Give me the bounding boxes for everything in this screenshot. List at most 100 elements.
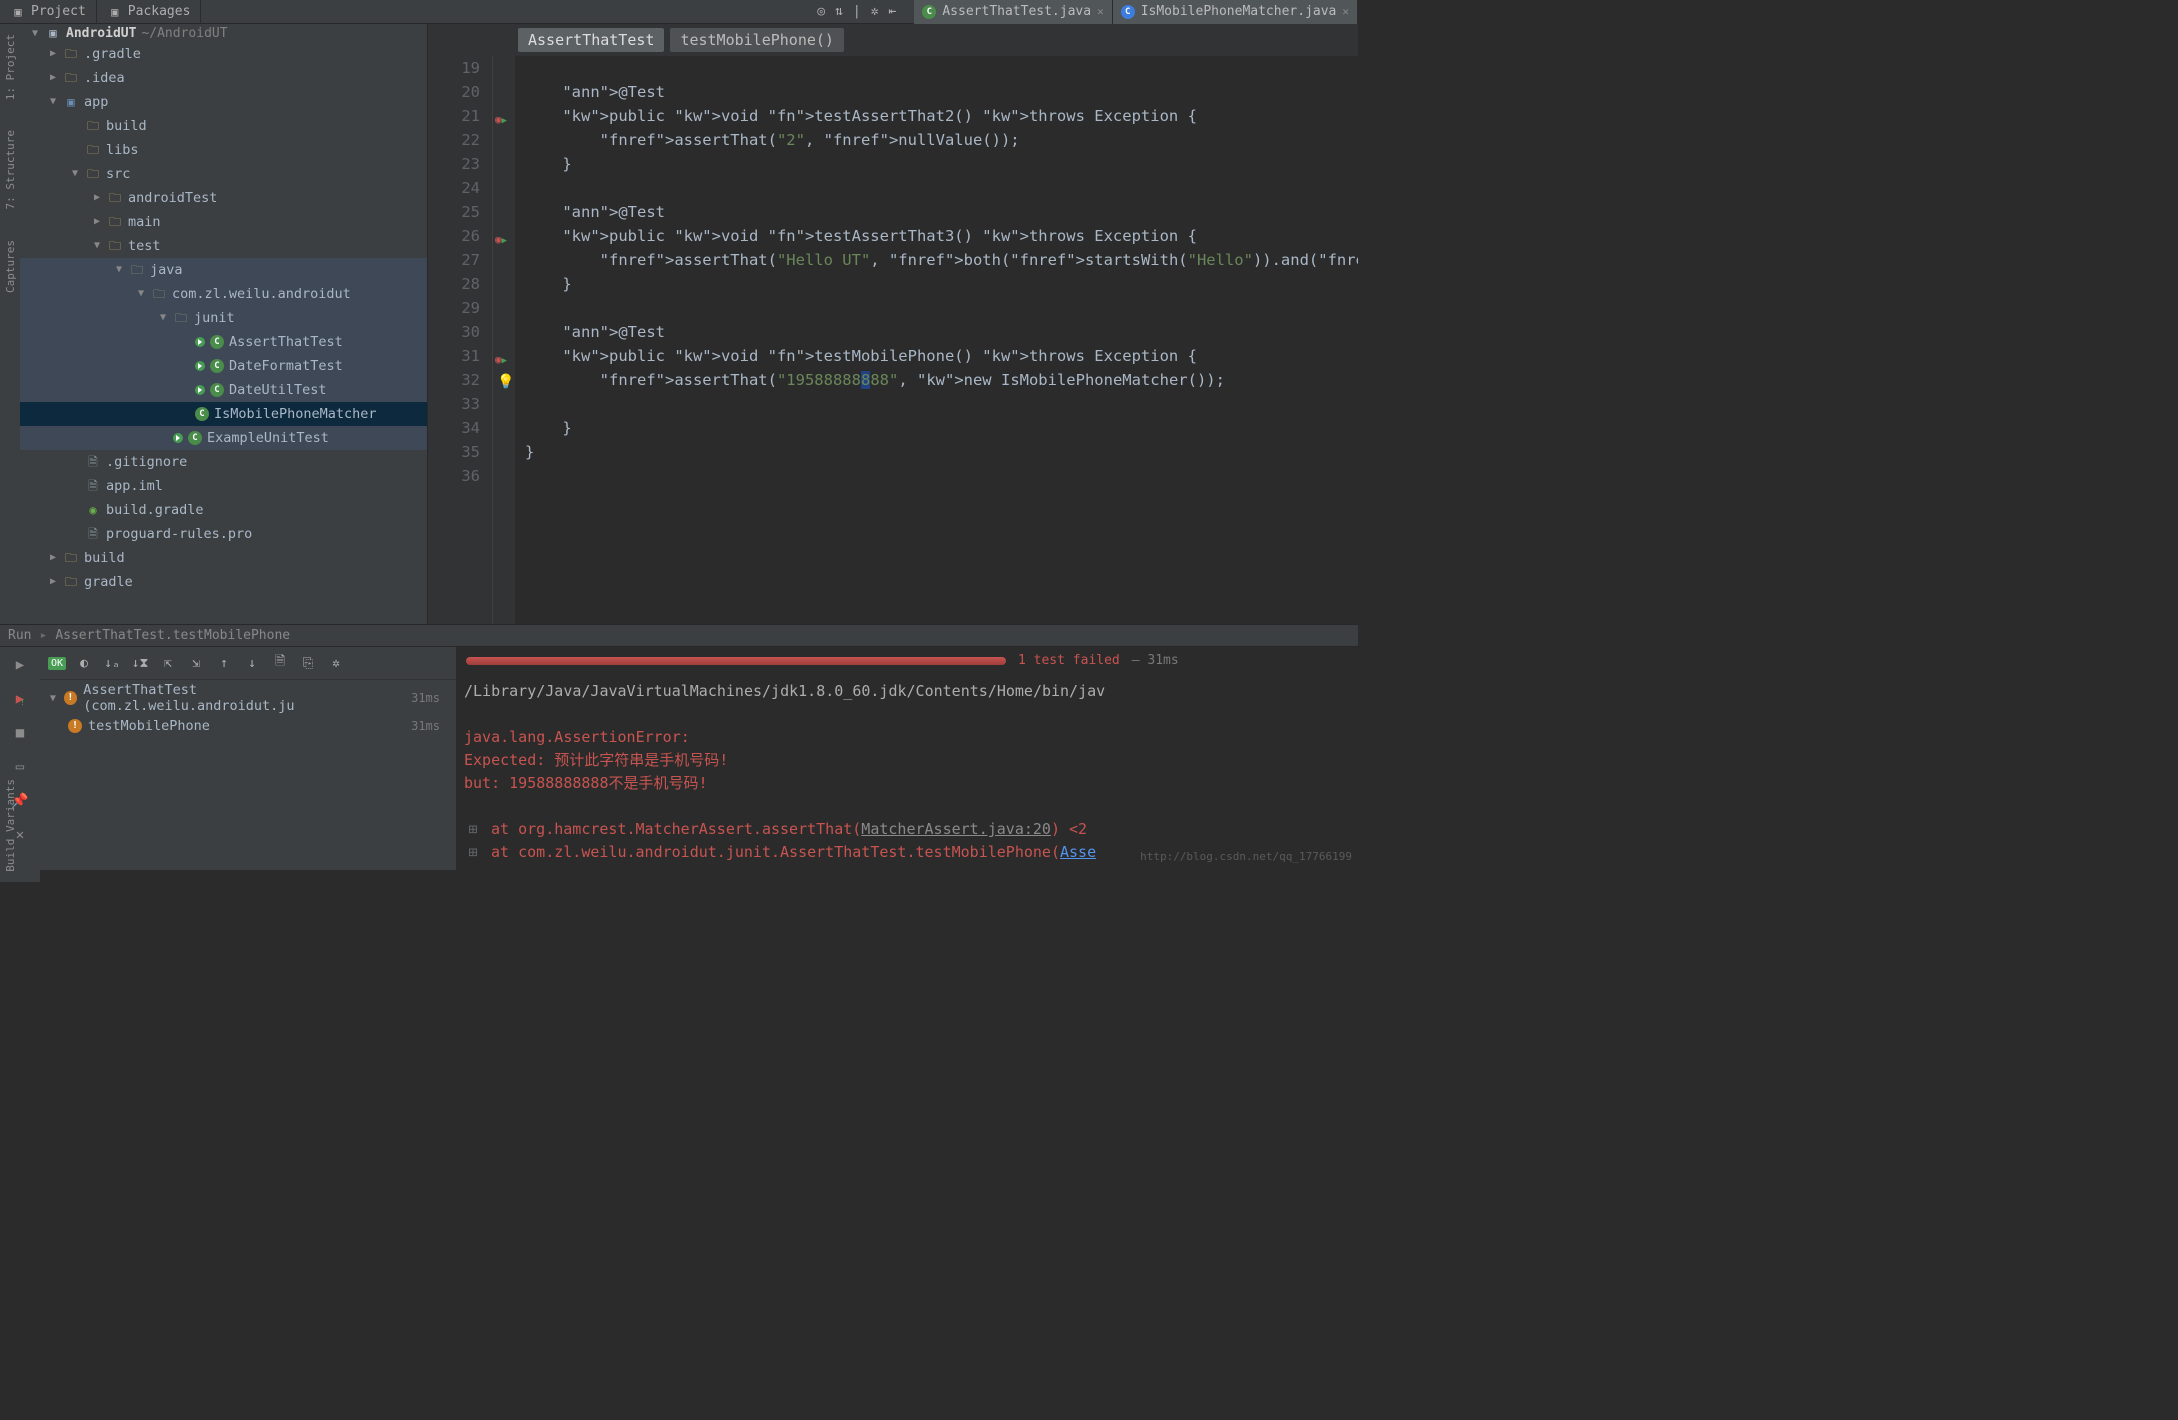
tree-label: DateUtilTest bbox=[229, 379, 327, 401]
down-icon[interactable]: ↓ bbox=[242, 653, 262, 673]
code-content[interactable]: "ann">@Test "kw">public "kw">void "fn">t… bbox=[515, 56, 1358, 624]
collapse-icon[interactable]: ⇤ bbox=[889, 4, 897, 19]
package-icon: 🗀 bbox=[151, 286, 167, 302]
tree-item[interactable]: ▶🗀.gradle bbox=[20, 42, 427, 66]
run-test-icon[interactable]: ◉▶ bbox=[495, 108, 507, 133]
twisty-icon[interactable]: ▼ bbox=[48, 91, 58, 113]
gear-icon[interactable]: ✲ bbox=[871, 4, 879, 19]
project-tool-window: ▼ ▣ AndroidUT ~/AndroidUT ▶🗀.gradle▶🗀.id… bbox=[20, 24, 428, 624]
expand-icon[interactable]: ⇲ bbox=[186, 653, 206, 673]
breadcrumb[interactable]: AssertThatTest bbox=[518, 28, 664, 52]
up-icon[interactable]: ↑ bbox=[214, 653, 234, 673]
tree-item[interactable]: ▼🗀src bbox=[20, 162, 427, 186]
export-icon[interactable]: 🗎 bbox=[270, 653, 290, 673]
run-gutter-icon[interactable] bbox=[195, 385, 205, 395]
tree-item[interactable]: 🗎.gitignore bbox=[20, 450, 427, 474]
import-icon[interactable]: ⎘ bbox=[298, 653, 318, 673]
sort-icon[interactable]: ⇅ bbox=[835, 4, 843, 19]
run-gutter-icon[interactable] bbox=[173, 433, 183, 443]
tree-item[interactable]: ▶🗀androidTest bbox=[20, 186, 427, 210]
twisty-icon[interactable]: ▼ bbox=[92, 235, 102, 257]
tree-item[interactable]: ▼🗀test bbox=[20, 234, 427, 258]
warning-icon: ! bbox=[64, 691, 78, 705]
twisty-icon[interactable]: ▼ bbox=[158, 307, 168, 329]
project-tree[interactable]: ▶🗀.gradle▶🗀.idea▼▣app🗀build🗀libs▼🗀src▶🗀a… bbox=[20, 42, 427, 594]
tree-item[interactable]: ▼🗀junit bbox=[20, 306, 427, 330]
tree-item[interactable]: CDateFormatTest bbox=[20, 354, 427, 378]
twisty-icon[interactable]: ▼ bbox=[70, 163, 80, 185]
rail-captures[interactable]: Captures bbox=[4, 240, 17, 293]
filter-icon[interactable]: ◐ bbox=[74, 653, 94, 673]
run-gutter-icon[interactable] bbox=[195, 361, 205, 371]
code-editor[interactable]: 192021222324252627282930313233343536 ◉▶◉… bbox=[428, 56, 1358, 624]
tree-item[interactable]: CIsMobilePhoneMatcher bbox=[20, 402, 427, 426]
package-icon: 🗀 bbox=[173, 310, 189, 326]
sort-duration-icon[interactable]: ↓⧗ bbox=[130, 653, 150, 673]
tree-item[interactable]: 🗎proguard-rules.pro bbox=[20, 522, 427, 546]
rail-structure[interactable]: 7: Structure bbox=[4, 130, 17, 209]
tree-item[interactable]: CAssertThatTest bbox=[20, 330, 427, 354]
rerun-button[interactable]: ▶ bbox=[10, 655, 30, 675]
tool-tab-packages[interactable]: ▣ Packages bbox=[97, 0, 202, 24]
breadcrumb[interactable]: testMobilePhone() bbox=[670, 28, 844, 52]
stop-button[interactable]: ■ bbox=[10, 723, 30, 743]
folder-icon: 🗀 bbox=[107, 190, 123, 206]
rail-build-variants[interactable]: Build Variants bbox=[0, 775, 21, 876]
twisty-icon[interactable]: ▶ bbox=[92, 187, 102, 209]
stack-link[interactable]: MatcherAssert.java:20 bbox=[861, 820, 1051, 838]
twisty-icon[interactable]: ▼ bbox=[114, 259, 124, 281]
twisty-icon[interactable]: ▼ bbox=[30, 28, 40, 39]
tree-item[interactable]: ▶🗀.idea bbox=[20, 66, 427, 90]
twisty-icon[interactable]: ▼ bbox=[48, 693, 58, 704]
stack-link[interactable]: Asse bbox=[1060, 843, 1096, 861]
tree-label: build bbox=[84, 547, 125, 569]
rail-project[interactable]: 1: Project bbox=[4, 34, 17, 100]
editor-tab[interactable]: C AssertThatTest.java ✕ bbox=[914, 0, 1112, 24]
run-test-icon[interactable]: ◉▶ bbox=[495, 228, 507, 253]
tree-item[interactable]: ▼🗀com.zl.weilu.androidut bbox=[20, 282, 427, 306]
tree-item[interactable]: ▶🗀gradle bbox=[20, 570, 427, 594]
module-icon: ▣ bbox=[63, 94, 79, 110]
twisty-icon[interactable]: ▶ bbox=[48, 67, 58, 89]
test-result-row[interactable]: !testMobilePhone31ms bbox=[40, 716, 456, 736]
twisty-icon[interactable]: ▶ bbox=[92, 211, 102, 233]
tree-item[interactable]: 🗀libs bbox=[20, 138, 427, 162]
tree-item[interactable]: 🗎app.iml bbox=[20, 474, 427, 498]
folder-icon: 🗀 bbox=[85, 142, 101, 158]
fold-icon[interactable]: ⊞ bbox=[464, 841, 482, 864]
folder-icon: 🗀 bbox=[85, 118, 101, 134]
file-icon: 🗎 bbox=[85, 454, 101, 470]
console-output[interactable]: /Library/Java/JavaVirtualMachines/jdk1.8… bbox=[456, 674, 1358, 870]
run-gutter-icon[interactable] bbox=[195, 337, 205, 347]
twisty-icon[interactable]: ▼ bbox=[136, 283, 146, 305]
gradle-icon: ◉ bbox=[85, 502, 101, 518]
twisty-icon[interactable]: ▶ bbox=[48, 43, 58, 65]
tree-label: gradle bbox=[84, 571, 133, 593]
intention-bulb-icon[interactable]: 💡 bbox=[497, 370, 514, 394]
settings-icon[interactable]: ✲ bbox=[326, 653, 346, 673]
target-icon[interactable]: ◎ bbox=[817, 4, 825, 19]
close-icon[interactable]: ✕ bbox=[1097, 5, 1104, 18]
test-result-row[interactable]: ▼!AssertThatTest (com.zl.weilu.androidut… bbox=[40, 680, 456, 716]
tree-item[interactable]: CDateUtilTest bbox=[20, 378, 427, 402]
ok-filter-button[interactable]: OK bbox=[48, 657, 66, 670]
tree-item[interactable]: ▼🗀java bbox=[20, 258, 427, 282]
rerun-failed-button[interactable]: ▶! bbox=[10, 689, 30, 709]
tree-label: .idea bbox=[84, 67, 125, 89]
twisty-icon[interactable]: ▶ bbox=[48, 547, 58, 569]
layout-button[interactable]: ▭ bbox=[10, 757, 30, 777]
tool-tab-project[interactable]: ▣ Project bbox=[0, 0, 97, 24]
sort-alpha-icon[interactable]: ↓ₐ bbox=[102, 653, 122, 673]
editor-tab[interactable]: C IsMobilePhoneMatcher.java ✕ bbox=[1113, 0, 1358, 24]
tree-item[interactable]: ◉ build.gradle bbox=[20, 498, 427, 522]
twisty-icon[interactable]: ▶ bbox=[48, 571, 58, 593]
close-icon[interactable]: ✕ bbox=[1342, 5, 1349, 18]
tree-item[interactable]: ▶🗀main bbox=[20, 210, 427, 234]
collapse-icon[interactable]: ⇱ bbox=[158, 653, 178, 673]
tree-item[interactable]: 🗀build bbox=[20, 114, 427, 138]
tree-item[interactable]: ▼▣app bbox=[20, 90, 427, 114]
tree-item[interactable]: CExampleUnitTest bbox=[20, 426, 427, 450]
tree-label: build.gradle bbox=[106, 499, 204, 521]
fold-icon[interactable]: ⊞ bbox=[464, 818, 482, 841]
tree-item[interactable]: ▶🗀build bbox=[20, 546, 427, 570]
